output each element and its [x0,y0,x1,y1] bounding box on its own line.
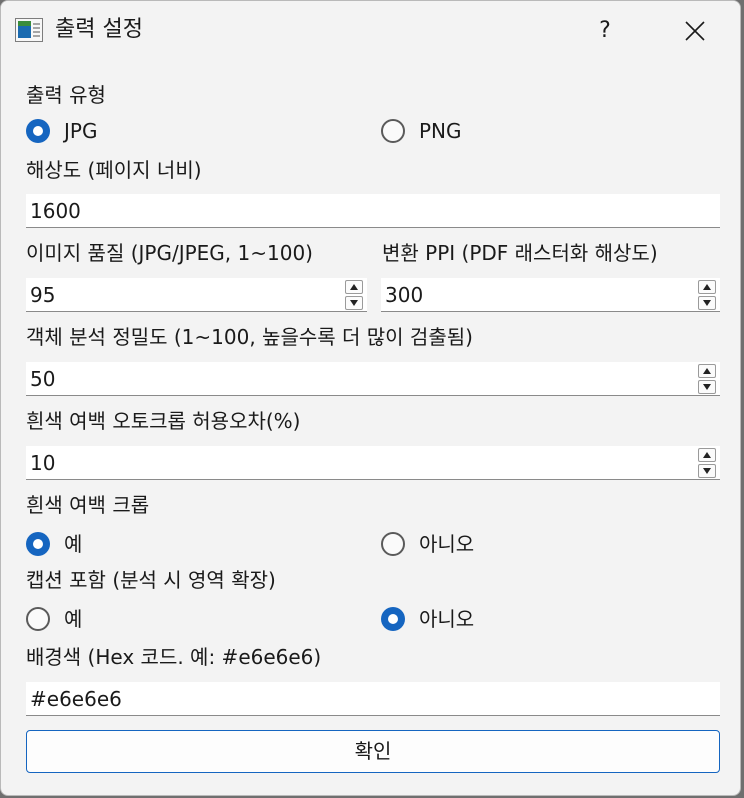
convert-ppi-spinbox[interactable]: 300 [381,278,720,312]
autocrop-tolerance-spinbox[interactable]: 10 [26,446,720,480]
resolution-value: 1600 [30,199,81,223]
output-type-png-radio[interactable]: PNG [381,116,462,146]
output-type-label: 출력 유형 [26,83,106,107]
settings-app-icon [15,18,43,42]
include-caption-yes-radio[interactable]: 예 [26,604,82,634]
whitespace-crop-no-radio[interactable]: 아니오 [381,529,474,559]
background-color-input[interactable]: #e6e6e6 [26,682,720,716]
output-settings-dialog: 출력 설정 ? 출력 유형 JPG PNG 해상도 (페이지 너비) 1600 … [0,0,741,796]
radio-unchecked-indicator [381,532,405,556]
spin-up-button[interactable] [698,280,716,294]
resolution-label: 해상도 (페이지 너비) [26,158,202,182]
radio-checked-indicator [26,532,50,556]
title-bar[interactable]: 출력 설정 ? [1,1,740,61]
spin-down-button[interactable] [345,296,363,310]
radio-checked-indicator [26,119,50,143]
autocrop-tolerance-label: 흰색 여백 오토크롭 허용오차(%) [26,409,301,433]
spin-up-button[interactable] [345,280,363,294]
output-type-jpg-radio[interactable]: JPG [26,116,97,146]
include-caption-yes-label: 예 [64,607,83,631]
radio-checked-indicator [381,607,405,631]
convert-ppi-label: 변환 PPI (PDF 래스터화 해상도) [382,241,658,265]
object-precision-label: 객체 분석 정밀도 (1~100, 높을수록 더 많이 검출됨) [26,325,473,349]
background-color-value: #e6e6e6 [30,687,122,711]
autocrop-tolerance-value: 10 [30,451,56,475]
radio-unchecked-indicator [26,607,50,631]
background-color-label: 배경색 (Hex 코드. 예: #e6e6e6) [26,645,322,669]
convert-ppi-value: 300 [385,283,424,307]
spin-down-button[interactable] [698,380,716,394]
spin-buttons [698,448,716,478]
object-precision-spinbox[interactable]: 50 [26,362,720,396]
spin-buttons [345,280,363,310]
whitespace-crop-label: 흰색 여백 크롭 [26,493,150,517]
close-icon [685,21,705,41]
whitespace-crop-yes-radio[interactable]: 예 [26,529,82,559]
image-quality-label: 이미지 품질 (JPG/JPEG, 1~100) [26,241,313,265]
include-caption-no-radio[interactable]: 아니오 [381,604,474,634]
spin-down-button[interactable] [698,296,716,310]
spin-buttons [698,364,716,394]
help-button[interactable]: ? [587,13,623,49]
output-type-jpg-label: JPG [64,119,98,143]
spin-buttons [698,280,716,310]
spin-up-button[interactable] [698,364,716,378]
image-quality-spinbox[interactable]: 95 [26,278,367,312]
whitespace-crop-no-label: 아니오 [419,532,475,556]
radio-unchecked-indicator [381,119,405,143]
output-type-png-label: PNG [419,119,462,143]
whitespace-crop-yes-label: 예 [64,532,83,556]
image-quality-value: 95 [30,283,56,307]
object-precision-value: 50 [30,367,56,391]
spin-down-button[interactable] [698,464,716,478]
close-button[interactable] [671,13,719,49]
window-title: 출력 설정 [55,17,143,42]
include-caption-label: 캡션 포함 (분석 시 영역 확장) [26,568,276,592]
resolution-input[interactable]: 1600 [26,194,720,228]
confirm-button[interactable]: 확인 [26,730,720,773]
include-caption-no-label: 아니오 [419,607,475,631]
spin-up-button[interactable] [698,448,716,462]
